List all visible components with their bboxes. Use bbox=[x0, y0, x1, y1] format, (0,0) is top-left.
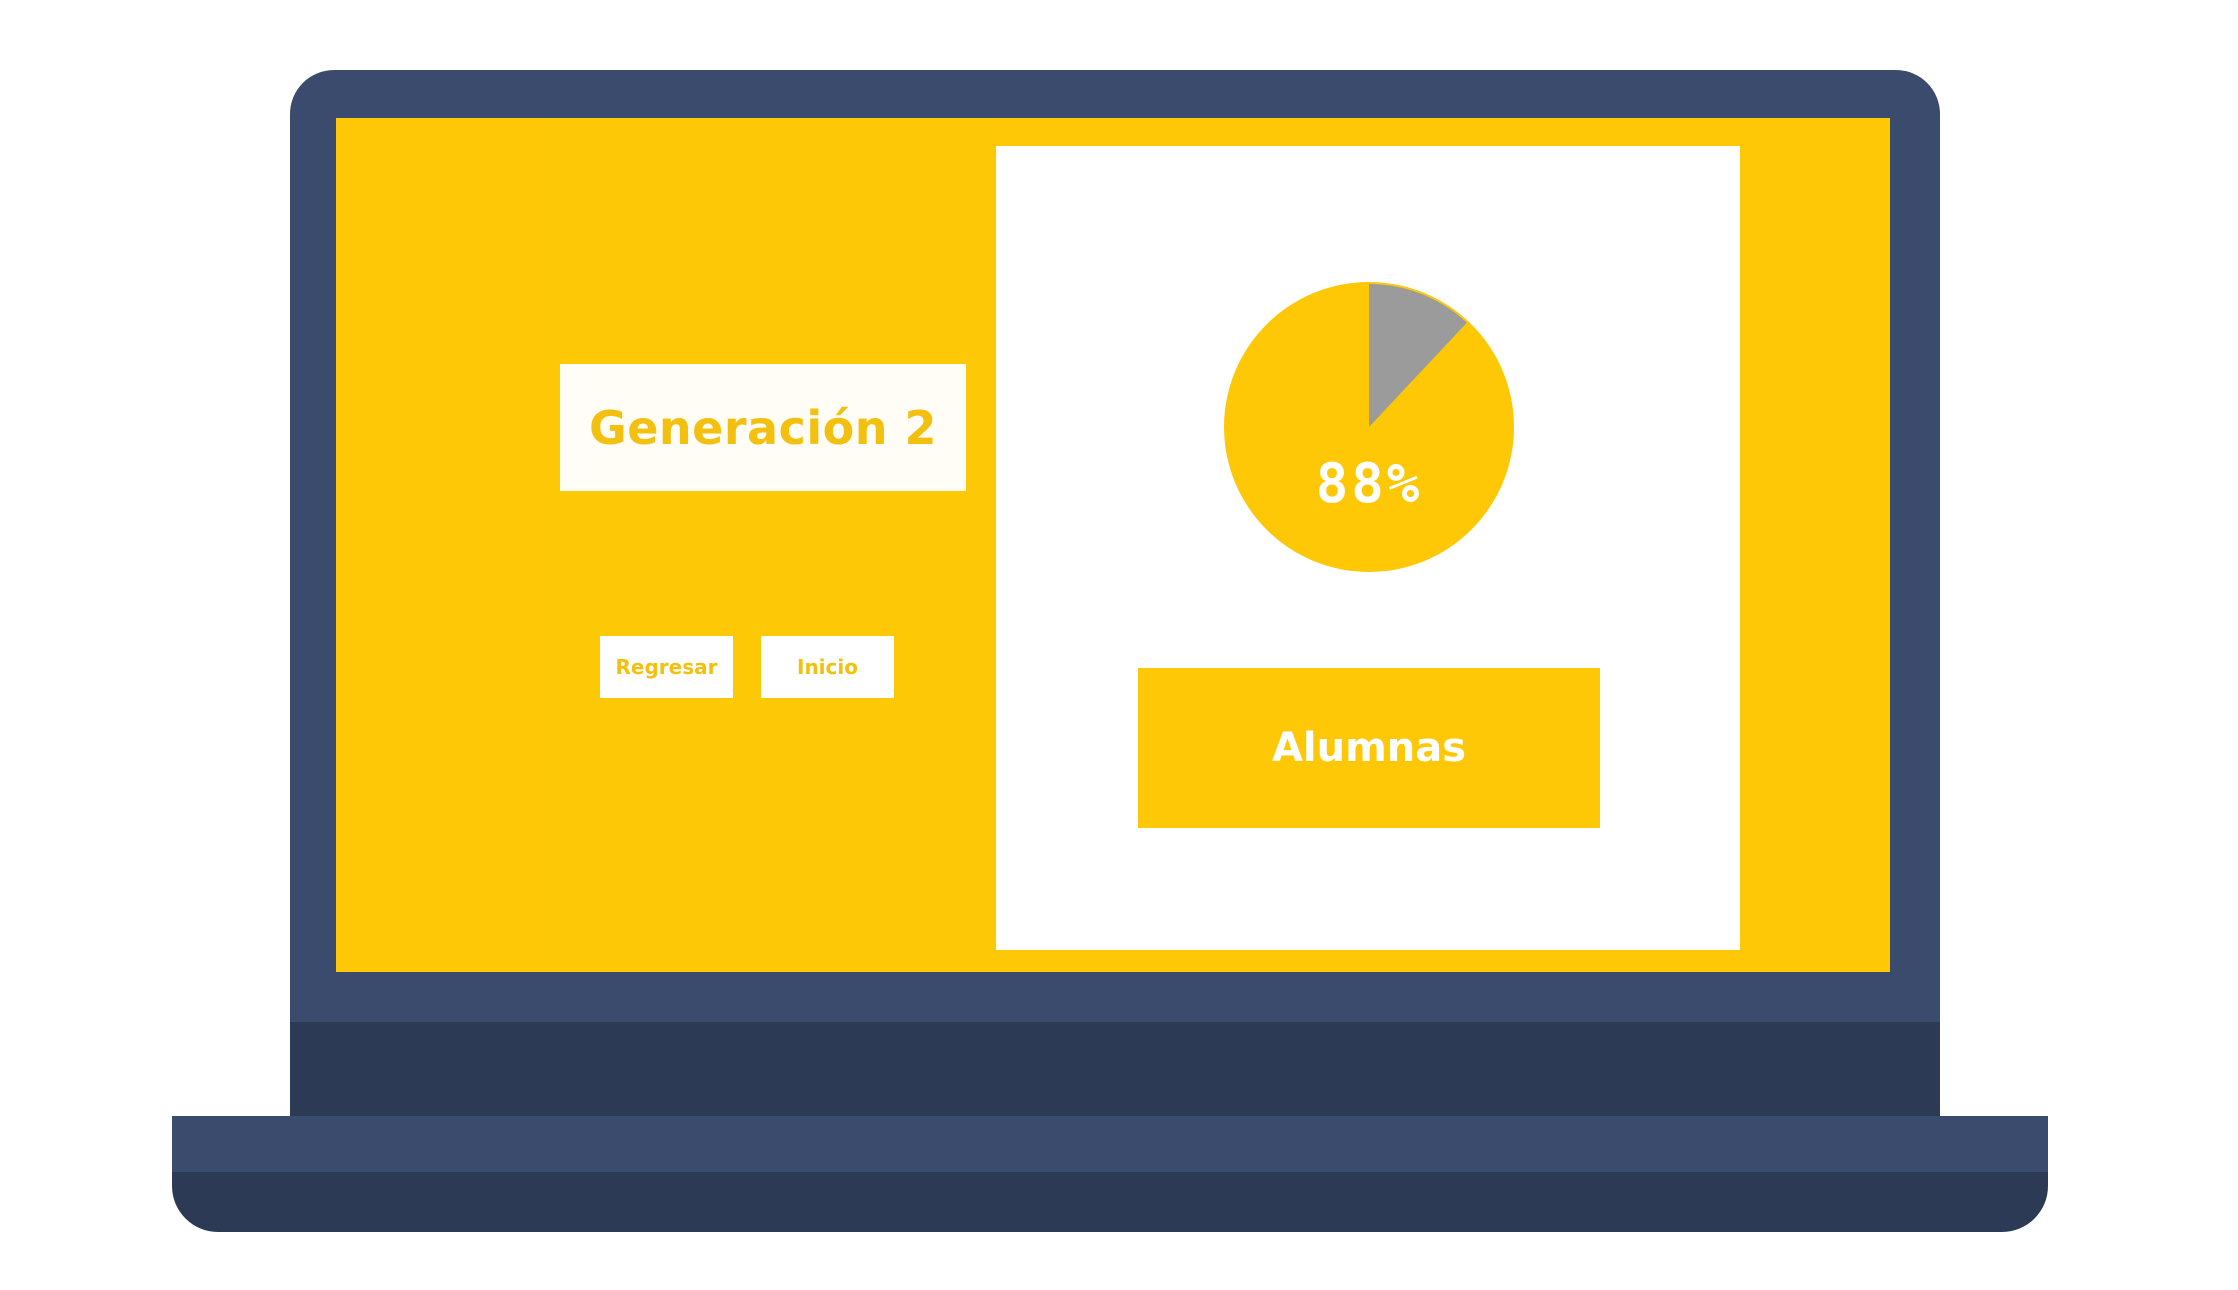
page-title-card: Generación 2 bbox=[560, 364, 966, 491]
laptop-base bbox=[172, 1116, 2048, 1176]
back-button[interactable]: Regresar bbox=[600, 636, 733, 698]
home-button[interactable]: Inicio bbox=[761, 636, 894, 698]
left-pane bbox=[542, 118, 990, 956]
page-title: Generación 2 bbox=[588, 400, 938, 455]
laptop-bezel-bottom bbox=[290, 1022, 1940, 1118]
percentage-pie: 88% bbox=[1224, 282, 1514, 572]
laptop-base-edge bbox=[172, 1172, 2048, 1232]
percent-label: 88% bbox=[1315, 452, 1423, 515]
stats-panel: 88% Alumnas bbox=[996, 146, 1740, 950]
laptop-illustration: Generación 2 Regresar Inicio 88% Alumnas bbox=[0, 0, 2238, 1290]
laptop-screen: Generación 2 Regresar Inicio 88% Alumnas bbox=[336, 118, 1890, 972]
pie-chart bbox=[1224, 282, 1514, 572]
alumnas-button[interactable]: Alumnas bbox=[1138, 668, 1600, 828]
